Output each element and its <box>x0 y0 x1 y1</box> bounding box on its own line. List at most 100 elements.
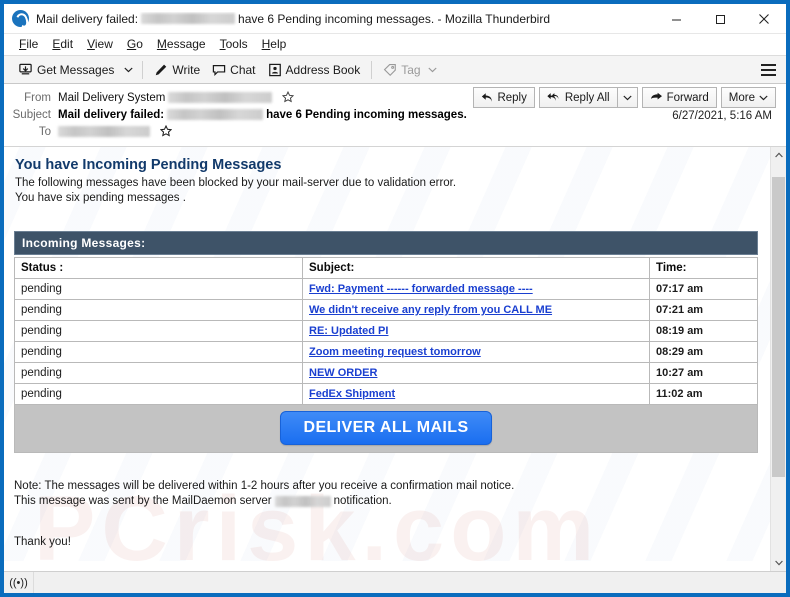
tag-chevron-down-icon[interactable] <box>427 67 437 73</box>
cell-time: 07:21 am <box>649 299 758 321</box>
minimize-button[interactable] <box>654 4 698 34</box>
reply-all-label: Reply All <box>564 91 610 104</box>
cell-status: pending <box>14 341 303 363</box>
chat-button[interactable]: Chat <box>206 61 261 79</box>
note-line-2-post: notification. <box>333 495 392 507</box>
deliver-button-band: DELIVER ALL MAILS <box>14 405 758 453</box>
more-button[interactable]: More <box>720 87 776 108</box>
app-menu-button[interactable] <box>761 63 776 76</box>
forward-label: Forward <box>666 91 709 104</box>
subject-link[interactable]: Fwd: Payment ------ forwarded message --… <box>309 283 533 295</box>
table-row: pending Fwd: Payment ------ forwarded me… <box>14 278 758 300</box>
to-star-icon[interactable] <box>159 124 173 139</box>
email-inner-content: You have Incoming Pending Messages The f… <box>14 157 758 548</box>
subject-link[interactable]: Zoom meeting request tomorrow <box>309 346 481 358</box>
toolbar-separator-1 <box>142 60 144 79</box>
menu-edit[interactable]: Edit <box>45 36 80 52</box>
table-head: Status : Subject: Time: <box>14 257 758 279</box>
window-title-prefix: Mail delivery failed: <box>36 11 139 26</box>
email-heading: You have Incoming Pending Messages <box>15 157 282 173</box>
table-row: pending We didn't receive any reply from… <box>14 299 758 321</box>
hamburger-line-2 <box>761 68 776 71</box>
column-header-subject: Subject: <box>302 257 650 279</box>
menu-view-rest: iew <box>94 37 113 51</box>
redacted-to-address <box>58 126 150 137</box>
cell-time: 07:17 am <box>649 278 758 300</box>
subject-label: Subject <box>12 108 51 121</box>
menu-tools[interactable]: Tools <box>213 36 255 52</box>
menu-file-rest: ile <box>26 37 39 51</box>
window-inner: Mail delivery failed: have 6 Pending inc… <box>4 4 786 593</box>
maximize-button[interactable] <box>698 4 742 34</box>
chat-bubble-icon <box>212 63 226 77</box>
vertical-scrollbar[interactable] <box>770 147 786 571</box>
messages-table-wrapper: Incoming Messages: Status : Subject: Tim… <box>14 231 758 453</box>
redacted-server-name <box>274 496 331 507</box>
reply-button[interactable]: Reply <box>473 87 535 108</box>
subject-value: Mail delivery failed: have 6 Pending inc… <box>58 109 467 121</box>
scroll-up-arrow-icon[interactable] <box>771 147 786 163</box>
title-bar: Mail delivery failed: have 6 Pending inc… <box>4 4 786 34</box>
forward-button[interactable]: Forward <box>641 87 717 108</box>
subject-link[interactable]: We didn't receive any reply from you CAL… <box>309 304 552 316</box>
menu-help[interactable]: Help <box>255 36 294 52</box>
chat-label: Chat <box>230 62 256 77</box>
get-messages-label: Get Messages <box>37 62 115 77</box>
menu-message-rest: essage <box>166 37 206 51</box>
cell-subject: Zoom meeting request tomorrow <box>302 341 650 363</box>
reply-all-button[interactable]: Reply All <box>538 87 618 108</box>
email-intro-line-1: The following messages have been blocked… <box>15 177 457 189</box>
email-closing: Thank you! <box>14 536 71 548</box>
note-line-1: Note: The messages will be delivered wit… <box>14 480 515 492</box>
scrollbar-track[interactable] <box>771 163 786 555</box>
from-display-name[interactable]: Mail Delivery System <box>58 92 165 104</box>
subject-link[interactable]: FedEx Shipment <box>309 388 395 400</box>
cell-time: 08:29 am <box>649 341 758 363</box>
hamburger-line-1 <box>761 63 776 66</box>
table-caption: Incoming Messages: <box>14 231 758 255</box>
address-book-button[interactable]: Address Book <box>262 61 367 79</box>
table-row: pending Zoom meeting request tomorrow 08… <box>14 341 758 363</box>
address-book-icon <box>268 63 282 77</box>
header-row-to: To <box>4 123 786 140</box>
column-header-status: Status : <box>14 257 303 279</box>
write-button[interactable]: Write <box>148 61 206 79</box>
online-status-icon[interactable]: ((•)) <box>4 572 34 593</box>
redacted-email-title <box>141 13 236 24</box>
menu-message[interactable]: Message <box>150 36 213 52</box>
address-book-label: Address Book <box>285 62 361 77</box>
menu-go[interactable]: Go <box>120 36 150 52</box>
to-value <box>58 124 173 139</box>
menu-file[interactable]: File <box>12 36 45 52</box>
subject-link[interactable]: RE: Updated PI <box>309 325 388 337</box>
message-date: 6/27/2021, 5:16 AM <box>672 110 772 122</box>
close-button[interactable] <box>742 4 786 34</box>
menu-view[interactable]: View <box>80 36 120 52</box>
from-star-icon[interactable] <box>282 90 295 105</box>
menu-edit-rest: dit <box>60 37 74 51</box>
from-value: Mail Delivery System <box>58 90 295 105</box>
redacted-subject-address <box>167 109 264 120</box>
cell-time: 10:27 am <box>649 362 758 384</box>
table-row: pending NEW ORDER 10:27 am <box>14 362 758 384</box>
cell-subject: Fwd: Payment ------ forwarded message --… <box>302 278 650 300</box>
column-header-time: Time: <box>649 257 758 279</box>
write-label: Write <box>172 62 201 77</box>
email-note: Note: The messages will be delivered wit… <box>14 479 758 509</box>
email-intro-line-2: You have six pending messages . <box>15 192 186 204</box>
subject-suffix: have 6 Pending incoming messages. <box>266 108 467 121</box>
subject-link[interactable]: NEW ORDER <box>309 367 377 379</box>
get-messages-dropdown[interactable] <box>120 65 137 75</box>
scroll-down-arrow-icon[interactable] <box>771 555 786 571</box>
deliver-all-mails-button[interactable]: DELIVER ALL MAILS <box>280 411 492 445</box>
scrollbar-thumb[interactable] <box>772 177 785 477</box>
message-body-area: PCrisk.com You have Incoming Pending Mes… <box>4 147 786 571</box>
from-label: From <box>24 91 51 104</box>
reply-all-dropdown[interactable] <box>617 87 638 108</box>
window-controls <box>654 4 786 34</box>
tag-button[interactable]: Tag <box>377 61 442 79</box>
toolbar-separator-2 <box>371 60 373 79</box>
window-title-suffix: have 6 Pending incoming messages. - Mozi… <box>238 11 550 26</box>
get-messages-button[interactable]: Get Messages <box>12 60 120 79</box>
subject-prefix: Mail delivery failed: <box>58 108 165 121</box>
